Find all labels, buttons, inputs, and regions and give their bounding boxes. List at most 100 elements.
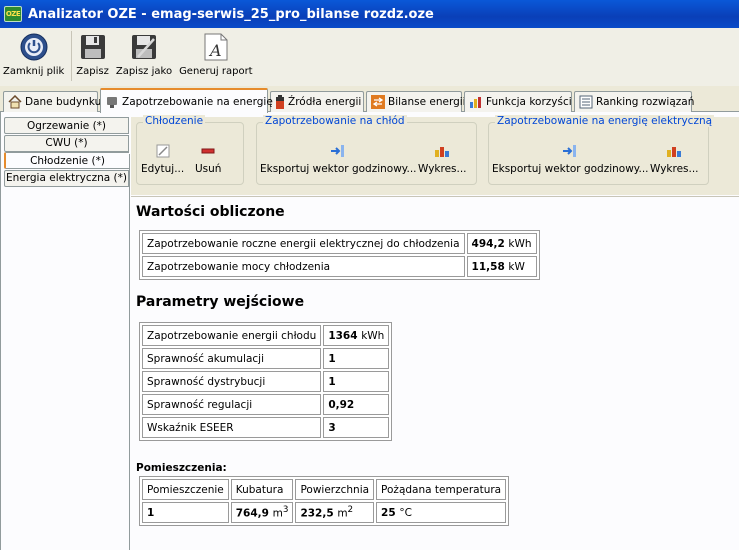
side-divider xyxy=(129,154,130,550)
save-button[interactable]: Zapisz xyxy=(76,31,109,77)
computed-value: 11,58 kW xyxy=(466,256,537,277)
export-hourly-vector-button[interactable]: Eksportuj wektor godzinowy... xyxy=(260,143,417,175)
side-tab-label: Ogrzewanie (*) xyxy=(26,119,107,132)
group-electric-demand: Zapotrzebowanie na energię elektryczną E… xyxy=(488,115,715,185)
input-parameters-table: Zapotrzebowanie energii chłodu 1364 kWh S… xyxy=(139,322,393,441)
export-arrow-icon xyxy=(562,143,578,159)
save-label: Zapisz xyxy=(76,66,109,77)
export-label: Eksportuj wektor godzinowy... xyxy=(260,163,417,175)
side-tab-heating[interactable]: Ogrzewanie (*) xyxy=(4,117,129,134)
table-row: Sprawność dystrybucji 1 xyxy=(142,371,390,392)
save-as-icon xyxy=(128,31,160,63)
group-title: Chłodzenie xyxy=(143,115,206,127)
group-cooling: Chłodzenie Edytuj... Usuń xyxy=(136,115,244,185)
tab-label: Bilanse energii xyxy=(388,96,466,108)
chart-label: Wykres... xyxy=(650,163,699,175)
panel-separator xyxy=(131,196,739,197)
battery-icon xyxy=(275,95,285,109)
close-file-button[interactable]: Zamknij plik xyxy=(3,31,64,77)
computed-label: Zapotrzebowanie roczne energii elektrycz… xyxy=(142,233,465,254)
generate-report-label: Generuj raport xyxy=(179,66,253,77)
param-value: 1364 kWh xyxy=(323,325,390,346)
floppy-disk-icon xyxy=(77,31,109,63)
room-number: 1 xyxy=(142,502,229,523)
export-arrow-icon xyxy=(330,143,346,159)
param-value: 0,92 xyxy=(323,394,390,415)
window-title: Analizator OZE - emag-serwis_25_pro_bila… xyxy=(28,6,434,22)
param-label: Zapotrzebowanie energii chłodu xyxy=(142,325,322,346)
tab-content-demand: Ogrzewanie (*) CWU (*) Chłodzenie (*) En… xyxy=(0,112,739,550)
param-value: 1 xyxy=(323,371,390,392)
edit-label: Edytuj... xyxy=(141,163,185,175)
chart-label: Wykres... xyxy=(418,163,467,175)
tab-benefit-function[interactable]: Funkcja korzyści xyxy=(464,91,572,112)
close-file-label: Zamknij plik xyxy=(3,66,65,77)
tab-label: Funkcja korzyści xyxy=(486,96,572,108)
room-temperature: 25 °C xyxy=(376,502,507,523)
chart-button[interactable]: Wykres... xyxy=(650,143,699,175)
delete-icon xyxy=(200,143,216,159)
app-logo-icon: OZE xyxy=(4,6,22,22)
group-cold-demand: Zapotrzebowanie na chłód Eksportuj wekto… xyxy=(256,115,477,185)
param-value: 3 xyxy=(323,417,390,438)
tab-label: Zapotrzebowanie na energię xyxy=(122,95,273,108)
main-toolbar: Zamknij plik Zapisz Zapisz jako A Generu… xyxy=(0,28,739,86)
side-tab-list: Ogrzewanie (*) CWU (*) Chłodzenie (*) En… xyxy=(4,117,129,187)
column-header: Kubatura xyxy=(230,479,294,500)
house-icon xyxy=(8,95,22,109)
param-label: Sprawność dystrybucji xyxy=(142,371,322,392)
side-tab-label: Chłodzenie (*) xyxy=(30,154,105,167)
param-label: Sprawność akumulacji xyxy=(142,348,322,369)
save-as-button[interactable]: Zapisz jako xyxy=(116,31,172,77)
chart-icon xyxy=(666,143,682,159)
save-as-label: Zapisz jako xyxy=(115,66,173,77)
group-title: Zapotrzebowanie na energię elektryczną xyxy=(495,115,715,127)
tab-label: Źródła energii xyxy=(288,96,362,108)
table-row: Zapotrzebowanie roczne energii elektrycz… xyxy=(142,233,537,254)
energy-demand-icon xyxy=(105,95,119,109)
side-tab-electric-energy[interactable]: Energia elektryczna (*) xyxy=(4,169,129,187)
side-tab-cooling[interactable]: Chłodzenie (*) xyxy=(4,152,129,169)
edit-icon xyxy=(155,143,171,159)
param-label: Wskaźnik ESEER xyxy=(142,417,322,438)
export-label: Eksportuj wektor godzinowy... xyxy=(492,163,649,175)
side-tab-label: CWU (*) xyxy=(45,137,88,149)
delete-button[interactable]: Usuń xyxy=(195,143,221,175)
param-label: Sprawność regulacji xyxy=(142,394,322,415)
svg-text:A: A xyxy=(208,41,222,60)
param-value: 1 xyxy=(323,348,390,369)
chart-button[interactable]: Wykres... xyxy=(418,143,467,175)
column-header: Powierzchnia xyxy=(295,479,375,500)
actions-panel: Chłodzenie Edytuj... Usuń Zapotrzebowani… xyxy=(131,115,739,195)
room-volume: 764,9 m3 xyxy=(230,502,294,523)
table-row: 1 764,9 m3 232,5 m2 25 °C xyxy=(142,502,507,523)
edit-button[interactable]: Edytuj... xyxy=(141,143,184,175)
delete-label: Usuń xyxy=(195,163,222,175)
tab-label: Ranking rozwiązań xyxy=(596,96,695,108)
tab-solution-ranking[interactable]: Ranking rozwiązań xyxy=(574,91,695,112)
computed-label: Zapotrzebowanie mocy chłodzenia xyxy=(142,256,465,277)
tab-building-data[interactable]: Dane budynku xyxy=(3,91,101,112)
column-header: Pożądana temperatura xyxy=(376,479,507,500)
balance-arrows-icon xyxy=(371,95,385,109)
computed-values-table: Zapotrzebowanie roczne energii elektrycz… xyxy=(139,230,540,280)
generate-report-button[interactable]: A Generuj raport xyxy=(179,31,253,77)
column-header: Pomieszczenie xyxy=(142,479,229,500)
table-row: Sprawność regulacji 0,92 xyxy=(142,394,390,415)
tab-energy-demand[interactable]: Zapotrzebowanie na energię xyxy=(100,88,273,113)
table-row: Zapotrzebowanie mocy chłodzenia 11,58 kW xyxy=(142,256,537,277)
toolbar-separator xyxy=(71,31,73,81)
table-header-row: Pomieszczenie Kubatura Powierzchnia Pożą… xyxy=(142,479,507,500)
export-hourly-vector-button[interactable]: Eksportuj wektor godzinowy... xyxy=(492,143,649,175)
table-row: Zapotrzebowanie energii chłodu 1364 kWh xyxy=(142,325,390,346)
title-bar: OZE Analizator OZE - emag-serwis_25_pro_… xyxy=(0,0,739,28)
tab-energy-balance[interactable]: Bilanse energii xyxy=(366,91,466,112)
power-icon xyxy=(18,31,50,63)
rooms-table: Pomieszczenie Kubatura Powierzchnia Pożą… xyxy=(139,476,510,526)
table-row: Sprawność akumulacji 1 xyxy=(142,348,390,369)
group-title: Zapotrzebowanie na chłód xyxy=(263,115,407,127)
tab-energy-sources[interactable]: Źródła energii xyxy=(270,91,364,112)
ranking-list-icon xyxy=(579,95,593,109)
computed-values-heading: Wartości obliczone xyxy=(136,204,285,220)
side-tab-cwu[interactable]: CWU (*) xyxy=(4,134,129,152)
